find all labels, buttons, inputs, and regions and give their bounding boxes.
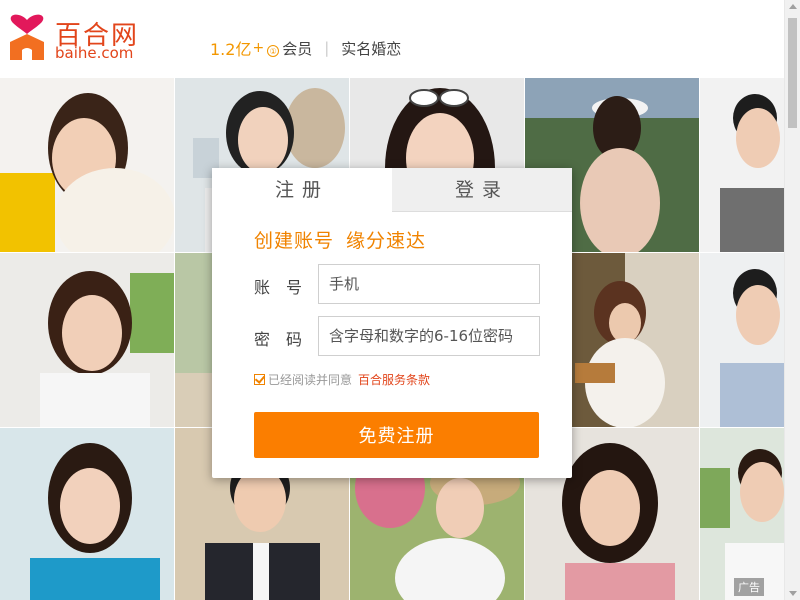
- header-divider: |: [324, 39, 330, 57]
- register-slogan: 创建账号 缘分速达: [254, 226, 426, 253]
- member-photo[interactable]: [0, 78, 174, 252]
- page-scrollbar[interactable]: [784, 0, 800, 600]
- auth-tabs: 注册 登录: [212, 168, 572, 212]
- free-register-button[interactable]: 免费注册: [254, 412, 539, 458]
- agreement-row: 已经阅读并同意 百合服务条款: [254, 371, 430, 388]
- account-label: 账号: [254, 278, 319, 297]
- password-input[interactable]: [318, 316, 540, 356]
- scroll-up-arrow-icon[interactable]: [789, 4, 797, 9]
- member-photo-image: [700, 253, 784, 427]
- member-stat: 1.2亿 + ① 会员 | 实名婚恋: [210, 36, 401, 60]
- tab-register[interactable]: 注册: [212, 168, 392, 212]
- member-plus: +: [252, 40, 265, 56]
- slogan-part-1: 创建账号: [254, 230, 335, 252]
- info-icon[interactable]: ①: [267, 45, 280, 57]
- scroll-down-arrow-icon[interactable]: [789, 591, 797, 596]
- member-photo-image: [0, 78, 174, 252]
- logo-text-en: baihe.com: [55, 44, 134, 62]
- member-photo-image: [700, 428, 784, 600]
- member-label: 会员: [282, 39, 313, 58]
- tab-login[interactable]: 登录: [392, 168, 572, 212]
- slogan-part-2: 缘分速达: [346, 230, 427, 252]
- heart-house-logo-icon: [10, 14, 44, 60]
- verified-label: 实名婚恋: [341, 39, 402, 58]
- site-header: 百合网 baihe.com 1.2亿 + ① 会员 | 实名婚恋: [0, 0, 784, 78]
- scroll-thumb[interactable]: [788, 18, 797, 128]
- agree-checkbox[interactable]: [254, 374, 265, 385]
- agree-text: 已经阅读并同意: [268, 373, 353, 387]
- password-label: 密码: [254, 330, 319, 349]
- service-terms-link[interactable]: 百合服务条款: [358, 371, 430, 388]
- member-photo-image: [0, 253, 174, 427]
- member-photo[interactable]: [700, 78, 784, 252]
- ad-label: 广告: [734, 578, 764, 596]
- member-photo[interactable]: [0, 428, 174, 600]
- member-photo-image: [0, 428, 174, 600]
- account-input[interactable]: [318, 264, 540, 304]
- site-logo[interactable]: 百合网 baihe.com: [8, 14, 148, 64]
- member-photo[interactable]: [700, 428, 784, 600]
- member-photo[interactable]: [700, 253, 784, 427]
- member-photo-image: [700, 78, 784, 252]
- member-count: 1.2亿: [210, 40, 252, 59]
- member-photo[interactable]: [0, 253, 174, 427]
- register-panel: 注册 登录 创建账号缘分速达 账号 密码 已经阅读并同意 百合服务条款 免费注册: [212, 168, 572, 478]
